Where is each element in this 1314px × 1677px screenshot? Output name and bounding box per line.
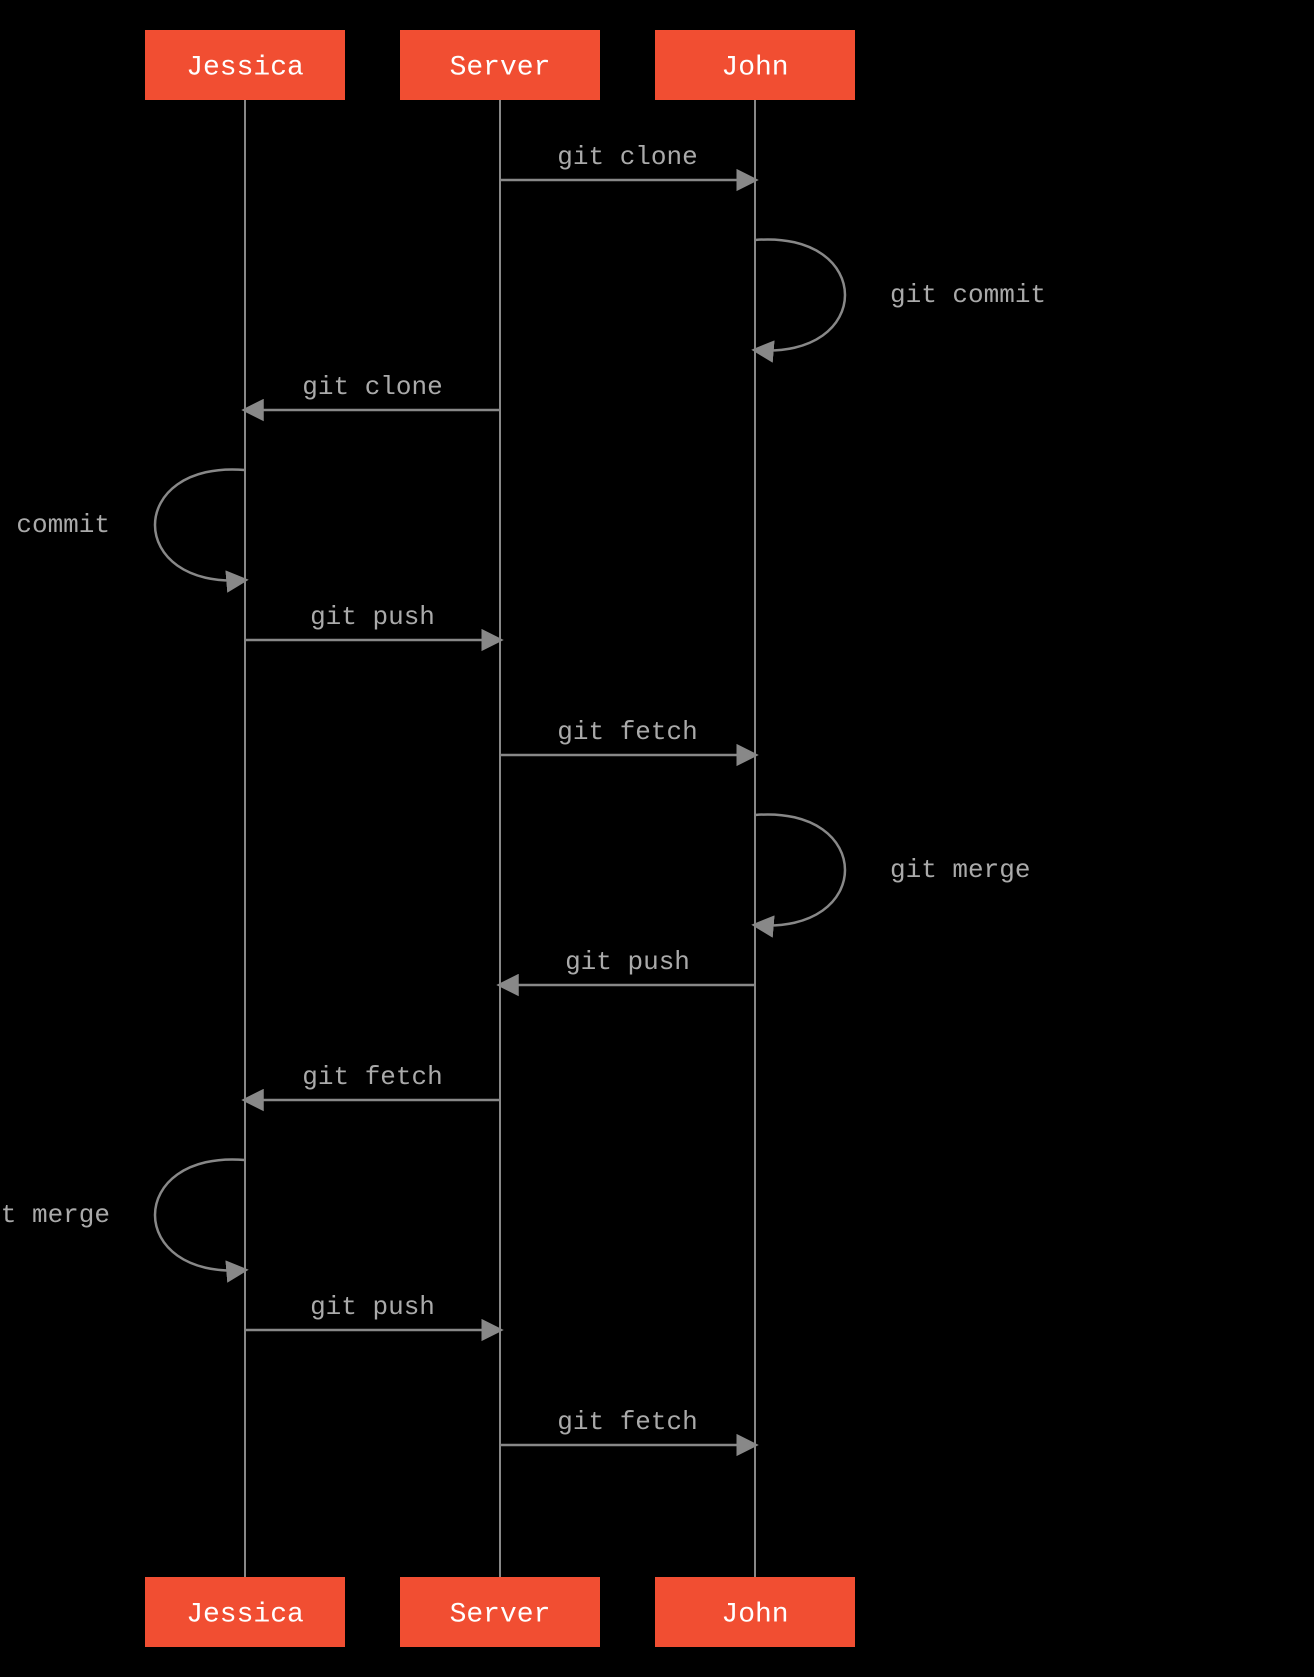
message-label: git clone (557, 142, 697, 172)
sequence-diagram: Jessica Server John Jessica Server John git cl… (0, 0, 1314, 1677)
actor-label: John (721, 1599, 788, 1630)
self-message-arc (155, 469, 245, 580)
actor-label: Server (450, 1599, 551, 1630)
message-label: git fetch (302, 1062, 442, 1092)
message-label: git clone (302, 372, 442, 402)
message-label: git push (310, 1292, 435, 1322)
message-label: git merge (0, 1200, 110, 1230)
message-label: git commit (0, 510, 110, 540)
actor-server-top: Server (400, 30, 600, 100)
actor-label: Server (450, 52, 551, 83)
self-message-arc (755, 239, 845, 350)
actor-label: Jessica (186, 52, 304, 83)
message-label: git commit (890, 280, 1046, 310)
self-message-arc (755, 814, 845, 925)
message-label: git merge (890, 855, 1030, 885)
message-label: git push (565, 947, 690, 977)
actor-john-bottom: John (655, 1577, 855, 1647)
self-message-arc (155, 1159, 245, 1270)
message-label: git push (310, 602, 435, 632)
actor-jessica-bottom: Jessica (145, 1577, 345, 1647)
message-label: git fetch (557, 1407, 697, 1437)
actor-server-bottom: Server (400, 1577, 600, 1647)
actor-jessica-top: Jessica (145, 30, 345, 100)
actor-john-top: John (655, 30, 855, 100)
actor-label: John (721, 52, 788, 83)
message-label: git fetch (557, 717, 697, 747)
actor-label: Jessica (186, 1599, 304, 1630)
